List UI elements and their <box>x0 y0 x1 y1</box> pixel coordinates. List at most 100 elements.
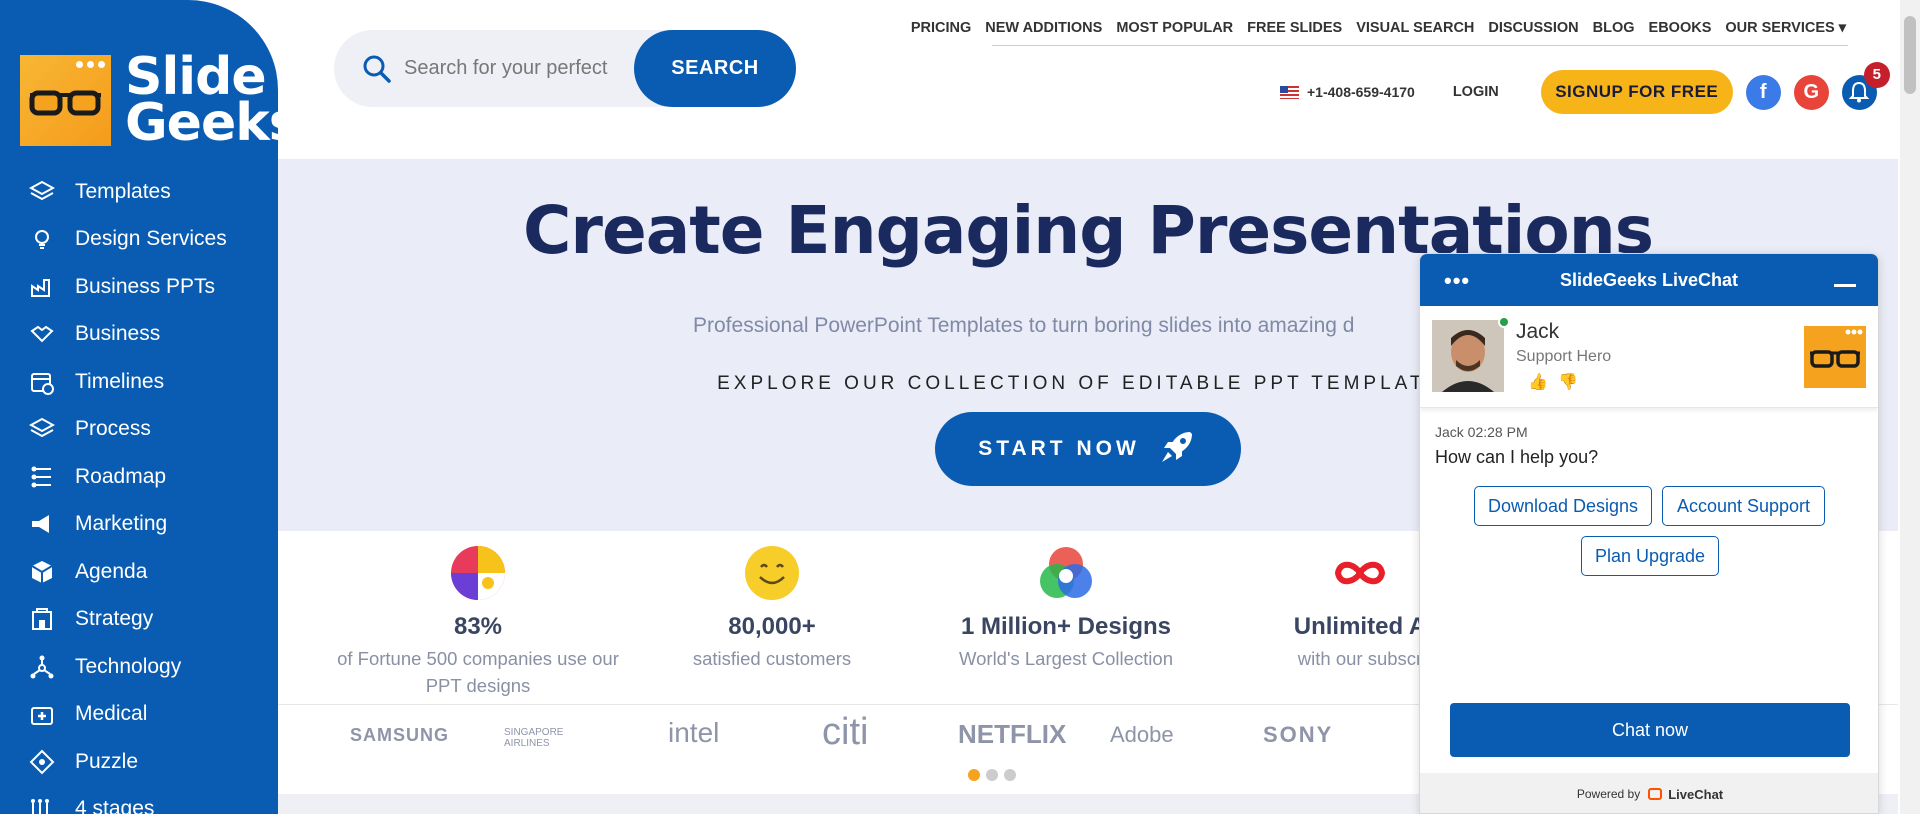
powered-by[interactable]: Powered by LiveChat <box>1420 773 1878 813</box>
sidebar-item-label: Strategy <box>75 607 154 631</box>
stat-caption: World's Largest Collection <box>959 648 1173 669</box>
sidebar-item-label: Roadmap <box>75 464 167 488</box>
signup-button[interactable]: SIGNUP FOR FREE <box>1540 70 1733 114</box>
topnav-link-free-slides[interactable]: FREE SLIDES <box>1247 20 1342 36</box>
sidebar-item-process[interactable]: Process <box>0 406 278 454</box>
medkit-icon <box>28 700 56 728</box>
layers-icon <box>28 415 56 443</box>
topnav-link-pricing[interactable]: PRICING <box>911 20 971 36</box>
puzzle-circle-icon <box>328 541 628 605</box>
chat-menu-icon[interactable]: ••• <box>1444 268 1470 294</box>
sidebar-item-label: Templates <box>75 179 171 203</box>
chat-now-button[interactable]: Chat now <box>1450 703 1850 757</box>
company-logo-icon <box>1804 326 1866 388</box>
roadmap-icon <box>28 463 56 491</box>
sidebar-item-business[interactable]: Business <box>0 311 278 359</box>
sidebar-item-roadmap[interactable]: Roadmap <box>0 453 278 501</box>
sidebar-item-label: Design Services <box>75 227 227 251</box>
phone-number: +1-408-659-4170 <box>1307 84 1415 100</box>
logo-text-line2: Geeks <box>125 93 278 153</box>
thumbs-down-icon[interactable]: 👎 <box>1558 374 1578 391</box>
sidebar-item-agenda[interactable]: Agenda <box>0 548 278 596</box>
powered-by-label: Powered by <box>1576 787 1641 801</box>
topnav-link-most-popular[interactable]: MOST POPULAR <box>1116 20 1233 36</box>
sidebar-item-marketing[interactable]: Marketing <box>0 501 278 549</box>
chat-minimize-icon[interactable] <box>1834 284 1856 287</box>
cube-icon <box>28 558 56 586</box>
stat-value: 1 Million+ Designs <box>960 613 1172 640</box>
color-circles-icon <box>916 541 1216 605</box>
start-now-button[interactable]: START NOW <box>935 412 1241 486</box>
phone-link[interactable]: +1-408-659-4170 <box>1280 84 1415 100</box>
search-input[interactable] <box>404 50 644 86</box>
livechat-widget: ••• SlideGeeks LiveChat Jack Support Her… <box>1419 253 1879 814</box>
citi-logo: citi <box>822 711 869 753</box>
topnav-link-new-additions[interactable]: NEW ADDITIONS <box>985 20 1102 36</box>
sidebar: Slide Geeks Templates Design Services Busi… <box>0 0 278 814</box>
sidebar-item-label: Technology <box>75 654 182 678</box>
scrollbar-thumb[interactable] <box>1904 16 1916 94</box>
agent-avatar <box>1432 320 1504 392</box>
sidebar-item-label: Business <box>75 322 161 346</box>
sidebar-item-label: Puzzle <box>75 749 139 773</box>
login-link[interactable]: LOGIN <box>1453 84 1499 100</box>
topnav-link-visual-search[interactable]: VISUAL SEARCH <box>1356 20 1474 36</box>
logo-glasses-icon <box>20 54 111 146</box>
quick-reply-download[interactable]: Download Designs <box>1474 486 1652 526</box>
topnav-link-ebooks[interactable]: EBOOKS <box>1649 20 1712 36</box>
top-navigation: PRICING NEW ADDITIONS MOST POPULAR FREE SLI… <box>911 20 1848 46</box>
online-status-dot <box>1498 316 1510 328</box>
sidebar-item-business-ppts[interactable]: Business PPTs <box>0 263 278 311</box>
singapore-airlines-logo: SINGAPORE AIRLINES <box>504 727 564 749</box>
google-icon[interactable]: G <box>1793 74 1829 110</box>
samsung-logo: SAMSUNG <box>350 725 450 745</box>
sony-logo: SONY <box>1263 722 1334 747</box>
sidebar-item-label: 4 stages <box>75 797 155 814</box>
sidebar-item-puzzle[interactable]: Puzzle <box>0 738 278 786</box>
stat-customers: 80,000+ satisfied customers <box>622 541 922 672</box>
search-button[interactable]: SEARCH <box>634 30 796 107</box>
sidebar-item-templates[interactable]: Templates <box>0 168 278 216</box>
livechat-icon <box>1648 788 1663 800</box>
quick-reply-account[interactable]: Account Support <box>1662 486 1825 526</box>
stages-icon <box>28 795 56 814</box>
adobe-logo: Adobe <box>1110 722 1174 747</box>
us-flag-icon <box>1280 85 1299 99</box>
sidebar-item-strategy[interactable]: Strategy <box>0 596 278 644</box>
sidebar-nav: Templates Design Services Business PPTs Bus… <box>0 168 278 814</box>
topnav-link-our-services[interactable]: OUR SERVICES ▾ <box>1725 20 1846 36</box>
rocket-icon <box>1158 426 1198 472</box>
stat-designs: 1 Million+ Designs World's Largest Colle… <box>916 541 1216 672</box>
facebook-icon[interactable]: f <box>1745 74 1781 110</box>
lightbulb-icon <box>28 225 56 253</box>
agent-name: Jack <box>1516 320 1560 343</box>
sidebar-item-4-stages[interactable]: 4 stages <box>0 786 278 814</box>
sidebar-item-technology[interactable]: Technology <box>0 643 278 691</box>
sidebar-item-design-services[interactable]: Design Services <box>0 216 278 264</box>
puzzle-icon <box>28 748 56 776</box>
carousel-dot[interactable] <box>986 769 998 781</box>
handshake-icon <box>28 320 56 348</box>
livechat-brand: LiveChat <box>1668 786 1724 802</box>
smiley-icon <box>622 541 922 605</box>
page-scrollbar[interactable] <box>1900 0 1920 814</box>
notification-count-badge: 5 <box>1863 61 1890 88</box>
thumbs-up-icon[interactable]: 👍 <box>1528 374 1548 391</box>
agent-role: Support Hero <box>1516 348 1612 365</box>
topnav-link-blog[interactable]: BLOG <box>1593 20 1635 36</box>
chat-header: ••• SlideGeeks LiveChat <box>1420 254 1878 306</box>
logo[interactable]: Slide Geeks <box>20 51 278 153</box>
stat-caption: satisfied customers <box>692 648 852 669</box>
topnav-link-discussion[interactable]: DISCUSSION <box>1488 20 1578 36</box>
carousel-dot[interactable] <box>968 769 980 781</box>
sidebar-item-label: Agenda <box>75 559 148 583</box>
sidebar-item-timelines[interactable]: Timelines <box>0 358 278 406</box>
calendar-icon <box>28 368 56 396</box>
sidebar-item-label: Marketing <box>75 512 168 536</box>
sidebar-item-medical[interactable]: Medical <box>0 691 278 739</box>
carousel-dot[interactable] <box>1004 769 1016 781</box>
quick-reply-plan[interactable]: Plan Upgrade <box>1581 536 1719 576</box>
layers-icon <box>28 178 56 206</box>
agent-card: Jack Support Hero 👍 👎 <box>1420 306 1878 408</box>
message-meta: Jack 02:28 PM <box>1435 424 1528 440</box>
